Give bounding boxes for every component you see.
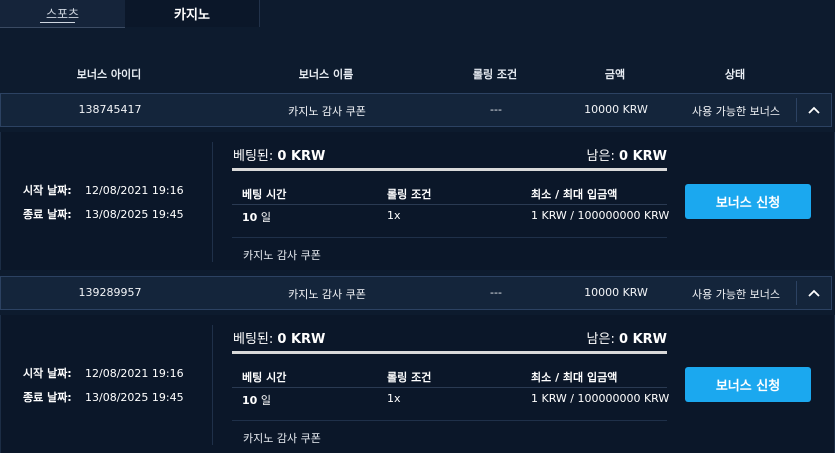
bonus-description: 카지노 감사 쿠폰 [243, 249, 321, 262]
days-unit: 일 [260, 211, 271, 224]
header-status: 상태 [724, 68, 746, 81]
bonus-id: 139289957 [78, 286, 142, 299]
end-date-label: 종료 날짜: [23, 391, 72, 404]
header-amount: 금액 [604, 68, 626, 81]
bet-amount: 베팅된: 0 KRW [233, 145, 325, 164]
betting-time-value: 10 일 [242, 209, 271, 225]
remaining-amount: 남은: 0 KRW [587, 145, 667, 164]
vertical-divider [212, 325, 213, 445]
remaining-value: 0 KRW [619, 332, 667, 347]
rolling-value: 1x [387, 209, 401, 222]
tab-casino[interactable]: 카지노 [125, 0, 260, 27]
start-date-label: 시작 날짜: [23, 367, 72, 380]
bonus-id: 138745417 [78, 103, 142, 116]
end-date: 종료 날짜: 13/08/2025 19:45 [23, 389, 184, 405]
end-date-label: 종료 날짜: [23, 208, 72, 221]
start-date: 시작 날짜: 12/08/2021 19:16 [23, 365, 184, 381]
col-betting-time: 베팅 시간 [242, 188, 287, 201]
bonus-detail-panel: 시작 날짜: 12/08/2021 19:16 종료 날짜: 13/08/2025 … [0, 132, 835, 270]
rolling-value: 1x [387, 392, 401, 405]
remaining-amount: 남은: 0 KRW [587, 328, 667, 347]
col-rolling: 롤링 조건 [387, 371, 432, 384]
collapse-button[interactable] [801, 282, 827, 304]
bonus-status: 사용 가능한 보너스 [692, 288, 780, 301]
minmax-value: 1 KRW / 100000000 KRW [531, 392, 670, 405]
col-minmax: 최소 / 최대 입금액 [531, 371, 618, 384]
tab-underline [40, 22, 75, 23]
progress-fill [232, 351, 667, 354]
header-rolling: 롤링 조건 [472, 68, 518, 81]
bonus-summary-row[interactable]: 139289957 카지노 감사 쿠폰 --- 10000 KRW 사용 가능한… [0, 276, 832, 310]
tab-sports[interactable]: 스포츠 [0, 0, 125, 28]
table-divider [232, 204, 667, 205]
chevron-up-icon [808, 106, 820, 114]
bonus-amount: 10000 KRW [584, 286, 648, 299]
tab-casino-label: 카지노 [174, 8, 210, 23]
row-divider [796, 281, 797, 305]
bet-value: 0 KRW [277, 332, 326, 347]
betting-time-value: 10 일 [242, 392, 271, 408]
bet-label: 베팅된: [233, 332, 274, 347]
bonus-name: 카지노 감사 쿠폰 [288, 288, 366, 301]
end-date-value: 13/08/2025 19:45 [85, 208, 184, 221]
remaining-label: 남은: [586, 149, 615, 164]
remaining-value: 0 KRW [619, 149, 667, 164]
header-bonus-id: 보너스 아이디 [76, 68, 142, 81]
start-date-value: 12/08/2021 19:16 [85, 184, 184, 197]
bonus-amount: 10000 KRW [584, 103, 648, 116]
days-value: 10 [242, 394, 258, 407]
bet-label: 베팅된: [233, 149, 274, 164]
progress-fill [232, 168, 667, 171]
claim-bonus-button[interactable]: 보너스 신청 [685, 184, 811, 219]
wager-progress-bar [232, 351, 667, 354]
col-minmax: 최소 / 최대 입금액 [531, 188, 618, 201]
col-betting-time: 베팅 시간 [242, 371, 287, 384]
bonus-detail-panel: 시작 날짜: 12/08/2021 19:16 종료 날짜: 13/08/2025 … [0, 315, 835, 453]
bonus-summary-row[interactable]: 138745417 카지노 감사 쿠폰 --- 10000 KRW 사용 가능한… [0, 93, 832, 127]
days-value: 10 [242, 211, 258, 224]
vertical-divider [212, 142, 213, 262]
end-date: 종료 날짜: 13/08/2025 19:45 [23, 206, 184, 222]
header-bonus-name: 보너스 이름 [298, 68, 354, 81]
collapse-button[interactable] [801, 99, 827, 121]
col-rolling: 롤링 조건 [387, 188, 432, 201]
wager-progress-bar [232, 168, 667, 171]
start-date-value: 12/08/2021 19:16 [85, 367, 184, 380]
chevron-up-icon [808, 289, 820, 297]
table-divider [232, 387, 667, 388]
table-divider [232, 237, 667, 238]
days-unit: 일 [260, 394, 271, 407]
tab-sports-label: 스포츠 [45, 7, 80, 21]
bonus-status: 사용 가능한 보너스 [692, 105, 780, 118]
bet-value: 0 KRW [277, 149, 326, 164]
bonus-name: 카지노 감사 쿠폰 [288, 105, 366, 118]
bet-amount: 베팅된: 0 KRW [233, 328, 325, 347]
bonus-rolling: --- [490, 286, 502, 299]
bonus-rolling: --- [490, 103, 502, 116]
remaining-label: 남은: [586, 332, 615, 347]
end-date-value: 13/08/2025 19:45 [85, 391, 184, 404]
start-date: 시작 날짜: 12/08/2021 19:16 [23, 182, 184, 198]
row-divider [796, 98, 797, 122]
table-divider [232, 420, 667, 421]
minmax-value: 1 KRW / 100000000 KRW [531, 209, 670, 222]
bonus-table-header: 보너스 아이디 보너스 이름 롤링 조건 금액 상태 [0, 66, 835, 84]
start-date-label: 시작 날짜: [23, 184, 72, 197]
tab-bar: 스포츠 카지노 [0, 0, 835, 28]
claim-bonus-button[interactable]: 보너스 신청 [685, 367, 811, 402]
bonus-description: 카지노 감사 쿠폰 [243, 432, 321, 445]
